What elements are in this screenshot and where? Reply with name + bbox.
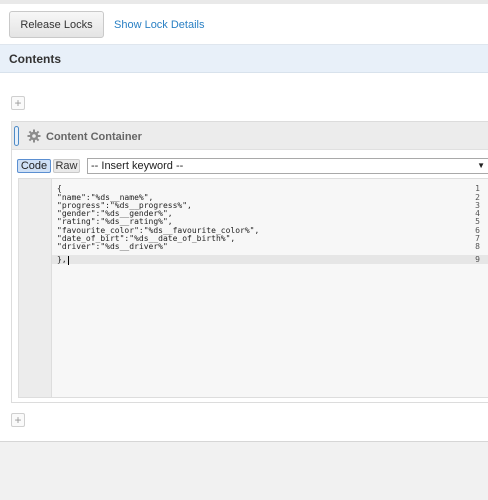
content-container: Content Container Code Raw -- Insert key…: [11, 121, 488, 403]
line-number: 8: [475, 242, 480, 251]
code-line-active: },: [57, 256, 69, 265]
top-divider: [0, 0, 488, 4]
add-block-top-button[interactable]: +: [11, 96, 25, 110]
contents-title: Contents: [9, 52, 61, 66]
active-line-highlight: [19, 255, 488, 264]
code-mode-button[interactable]: Code: [17, 159, 51, 173]
code-editor: Code Raw -- Insert keyword -- ▼ 1 2 3 4 …: [17, 158, 488, 399]
line-number-gutter: [19, 179, 52, 397]
line-number: 1: [475, 184, 480, 193]
code-line: {: [57, 184, 62, 193]
chevron-down-icon: ▼: [477, 161, 485, 170]
add-block-bottom-button[interactable]: +: [11, 413, 25, 427]
gear-icon[interactable]: [27, 129, 41, 143]
plus-icon: +: [14, 96, 22, 110]
drag-handle-icon[interactable]: [14, 126, 19, 146]
code-text-area[interactable]: 1 2 3 4 5 6 7 8 9 { "name":"%ds__name%",…: [18, 178, 488, 398]
insert-keyword-select[interactable]: -- Insert keyword -- ▼: [87, 158, 488, 174]
contents-header-bar: [0, 44, 488, 73]
content-container-header: Content Container: [12, 122, 488, 150]
content-container-title: Content Container: [46, 131, 142, 143]
insert-keyword-value: -- Insert keyword --: [91, 160, 184, 172]
show-lock-details-link[interactable]: Show Lock Details: [114, 19, 205, 31]
editor-panel: Release Locks Show Lock Details Contents…: [0, 0, 488, 442]
release-locks-button[interactable]: Release Locks: [9, 11, 104, 38]
text-cursor: [67, 256, 69, 265]
code-line: "rating":"%ds__rating%",: [57, 217, 173, 226]
code-line: "driver":"%ds__driver%": [57, 242, 168, 251]
raw-mode-button[interactable]: Raw: [53, 159, 80, 173]
code-line-active-text: },: [57, 255, 67, 264]
plus-icon: +: [14, 413, 22, 427]
line-number: 9: [475, 255, 480, 264]
line-number: 5: [475, 217, 480, 226]
